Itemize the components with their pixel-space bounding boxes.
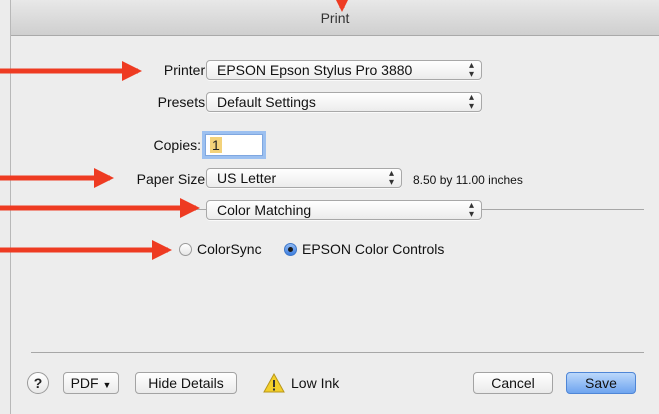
dialog-title: Print — [320, 10, 350, 26]
cancel-button[interactable]: Cancel — [473, 372, 553, 394]
paper-size-popup[interactable]: US Letter ▴ ▾ — [206, 168, 402, 188]
pdf-menu-button[interactable]: PDF ▼ — [63, 372, 119, 394]
section-value: Color Matching — [217, 202, 312, 218]
printer-popup[interactable]: EPSON Epson Stylus Pro 3880 ▴ ▾ — [206, 60, 482, 80]
presets-popup[interactable]: Default Settings ▴ ▾ — [206, 92, 482, 112]
footer-divider — [31, 352, 644, 353]
copies-label: Copies: — [153, 137, 201, 153]
hide-details-button[interactable]: Hide Details — [135, 372, 237, 394]
section-divider-left — [31, 209, 207, 210]
copies-value: 1 — [210, 137, 222, 153]
updown-chevron-icon: ▴ ▾ — [468, 60, 474, 80]
presets-label: Presets: — [157, 94, 209, 110]
section-divider-right — [482, 209, 644, 210]
updown-chevron-icon: ▴ ▾ — [468, 200, 474, 220]
section-popup[interactable]: Color Matching ▴ ▾ — [206, 200, 482, 220]
copies-field[interactable]: 1 — [205, 134, 263, 156]
colorsync-label: ColorSync — [197, 241, 262, 257]
updown-chevron-icon: ▴ ▾ — [388, 168, 394, 188]
paper-size-label: Paper Size: — [136, 171, 209, 187]
save-button[interactable]: Save — [566, 372, 636, 394]
presets-value: Default Settings — [217, 94, 316, 110]
printer-value: EPSON Epson Stylus Pro 3880 — [217, 62, 413, 78]
title-bar: Print — [11, 0, 659, 36]
help-button[interactable]: ? — [27, 372, 49, 394]
print-dialog: Print Printer: EPSON Epson Stylus Pro 38… — [10, 0, 659, 414]
epson-color-controls-radio[interactable] — [284, 243, 297, 256]
paper-size-value: US Letter — [217, 170, 277, 186]
triangle-down-icon: ▼ — [102, 380, 112, 390]
paper-size-info: 8.50 by 11.00 inches — [413, 173, 523, 187]
printer-label: Printer: — [163, 62, 209, 78]
epson-color-controls-label: EPSON Color Controls — [302, 241, 445, 257]
colorsync-radio[interactable] — [179, 243, 192, 256]
updown-chevron-icon: ▴ ▾ — [468, 92, 474, 112]
warning-triangle-icon — [263, 373, 285, 393]
pdf-label: PDF — [70, 375, 99, 391]
low-ink-label[interactable]: Low Ink — [291, 375, 339, 391]
